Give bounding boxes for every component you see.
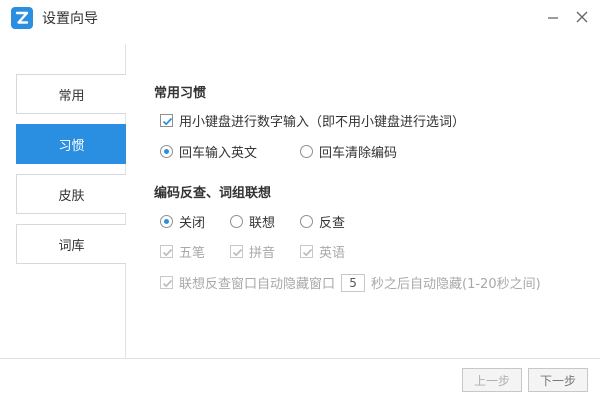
english-checkbox[interactable]: 英语 <box>300 242 345 261</box>
sidebar-item-common[interactable]: 常用 <box>16 74 126 114</box>
title-bar: 设置向导 <box>0 0 600 36</box>
mode-reverse-label: 反查 <box>319 216 346 231</box>
mode-off-label: 关闭 <box>179 216 206 231</box>
next-step-button[interactable]: 下一步 <box>528 368 588 392</box>
checkbox-checked-disabled-icon <box>300 245 313 258</box>
enter-english-label: 回车输入英文 <box>179 146 258 161</box>
auto-hide-seconds-label: 秒之后自动隐藏(1-20秒之间) <box>371 277 541 292</box>
previous-step-button[interactable]: 上一步 <box>462 368 522 392</box>
wubi-checkbox[interactable]: 五笔 <box>160 242 205 261</box>
mode-associate-radio[interactable]: 联想 <box>230 212 275 231</box>
checkbox-checked-icon <box>160 114 173 127</box>
radio-unselected-icon <box>300 215 313 228</box>
pinyin-checkbox[interactable]: 拼音 <box>230 242 275 261</box>
english-label: 英语 <box>319 246 346 261</box>
mode-reverse-radio[interactable]: 反查 <box>300 212 345 231</box>
settings-sidebar: 常用 习惯 皮肤 词库 <box>0 44 126 358</box>
sidebar-item-label: 词库 <box>58 238 85 254</box>
radio-selected-icon <box>160 145 173 158</box>
close-button[interactable] <box>571 6 593 28</box>
sidebar-item-label: 常用 <box>58 88 85 104</box>
minimize-button[interactable] <box>542 6 564 28</box>
enter-clear-radio[interactable]: 回车清除编码 <box>300 142 397 161</box>
numpad-digits-label: 用小键盘进行数字输入（即不用小键盘进行选词） <box>179 115 466 130</box>
settings-content: 常用习惯 用小键盘进行数字输入（即不用小键盘进行选词） 回车输入英文 回车清除编… <box>127 44 600 358</box>
pinyin-label: 拼音 <box>249 246 276 261</box>
checkbox-checked-disabled-icon[interactable] <box>160 276 173 289</box>
sidebar-item-label: 习惯 <box>58 138 85 154</box>
window-title: 设置向导 <box>42 11 98 27</box>
sidebar-item-habits[interactable]: 习惯 <box>16 124 126 164</box>
close-icon <box>576 11 588 23</box>
auto-hide-seconds-input[interactable]: 5 <box>341 273 366 292</box>
mode-off-radio[interactable]: 关闭 <box>160 212 205 231</box>
radio-unselected-icon <box>300 145 313 158</box>
habits-section-title: 常用习惯 <box>154 86 207 101</box>
enter-english-radio[interactable]: 回车输入英文 <box>160 142 257 161</box>
wubi-label: 五笔 <box>179 246 206 261</box>
sidebar-item-lexicon[interactable]: 词库 <box>16 224 126 264</box>
next-step-label: 下一步 <box>539 373 576 388</box>
reverse-lookup-section-title: 编码反查、词组联想 <box>154 186 272 201</box>
auto-hide-row: 联想反查窗口自动隐藏窗口 5 秒之后自动隐藏(1-20秒之间) <box>160 273 541 292</box>
auto-hide-label: 联想反查窗口自动隐藏窗口 <box>179 277 336 292</box>
numpad-digits-checkbox[interactable]: 用小键盘进行数字输入（即不用小键盘进行选词） <box>160 111 465 130</box>
sidebar-item-label: 皮肤 <box>58 188 85 204</box>
mode-associate-label: 联想 <box>249 216 276 231</box>
minimize-icon <box>548 17 558 19</box>
radio-unselected-icon <box>230 215 243 228</box>
enter-clear-label: 回车清除编码 <box>319 146 398 161</box>
checkbox-checked-disabled-icon <box>160 245 173 258</box>
previous-step-label: 上一步 <box>473 373 510 388</box>
checkbox-checked-disabled-icon <box>230 245 243 258</box>
app-logo-z-icon <box>11 7 33 29</box>
sidebar-item-skin[interactable]: 皮肤 <box>16 174 126 214</box>
dialog-footer: 上一步 下一步 <box>0 358 600 400</box>
radio-selected-icon <box>160 215 173 228</box>
